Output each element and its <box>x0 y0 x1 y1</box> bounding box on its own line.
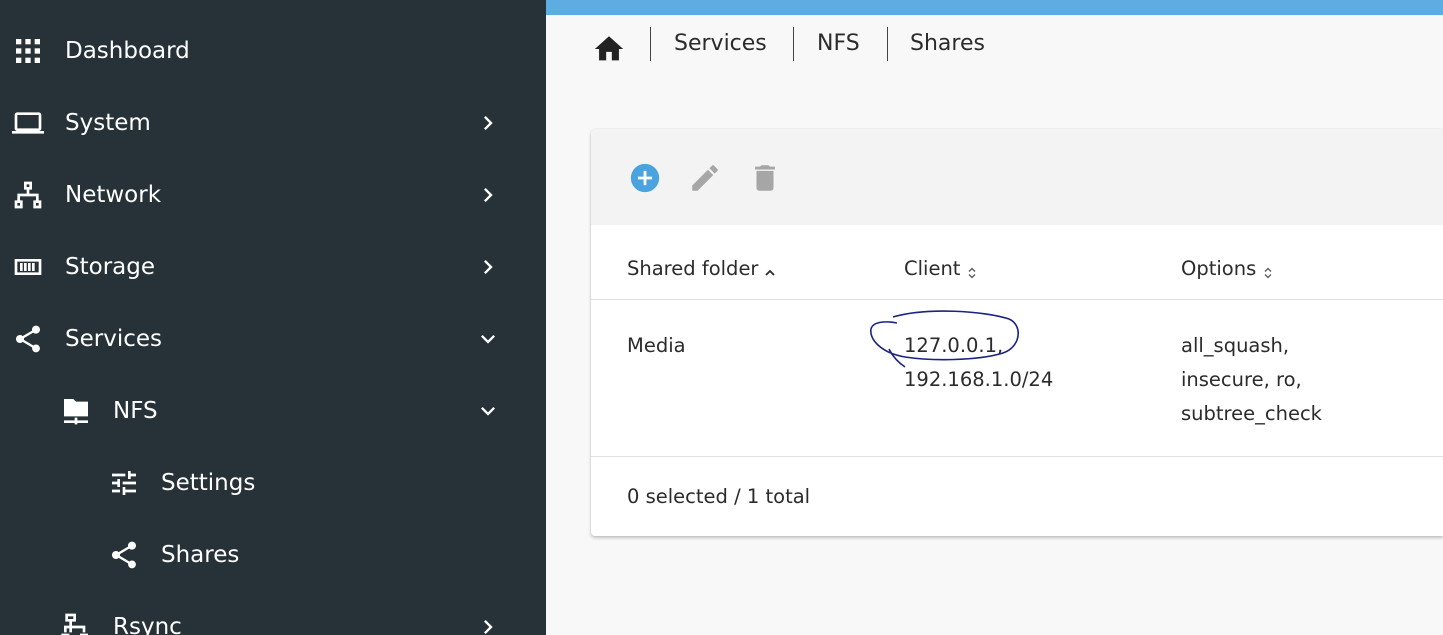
column-header-label: Options <box>1181 257 1257 280</box>
delete-button[interactable] <box>748 161 782 195</box>
cell-text: 192.168.1.0/24 <box>904 368 1054 391</box>
sidebar-item-label: Services <box>65 326 162 352</box>
sidebar-item-label: Shares <box>161 542 240 568</box>
sidebar-item-storage[interactable]: Storage <box>0 231 546 303</box>
share-icon <box>106 537 142 573</box>
rsync-icon <box>58 609 94 635</box>
sidebar-item-label: Rsync <box>113 614 182 635</box>
add-circle-icon <box>630 163 660 193</box>
cell-text: 127.0.0.1, <box>904 334 1004 357</box>
sidebar-item-shares[interactable]: Shares <box>0 519 546 591</box>
cell-options[interactable]: all_squash, insecure, ro, subtree_check <box>1181 329 1322 431</box>
cell-client[interactable]: 127.0.0.1, 192.168.1.0/24 <box>904 329 1053 397</box>
cell-text: Media <box>627 334 686 357</box>
cell-text: subtree_check <box>1181 402 1322 425</box>
sidebar-item-label: NFS <box>113 398 158 424</box>
sidebar-item-dashboard[interactable]: Dashboard <box>0 15 546 87</box>
sidebar-item-label: Network <box>65 182 162 208</box>
shares-table-card: Shared folder Client Options Media 127.0… <box>591 129 1443 536</box>
grid-icon <box>10 33 46 69</box>
breadcrumb: Services NFS Shares <box>546 15 1443 79</box>
column-header-label: Client <box>904 257 961 280</box>
cell-text: all_squash, <box>1181 334 1290 357</box>
sort-ascending-icon <box>763 262 777 276</box>
cell-shared-folder[interactable]: Media <box>627 329 686 363</box>
row-divider <box>591 456 1443 457</box>
header-divider <box>591 299 1443 300</box>
sidebar-item-label: Storage <box>65 254 155 280</box>
sidebar-item-network[interactable]: Network <box>0 159 546 231</box>
sidebar-item-rsync[interactable]: Rsync <box>0 591 546 635</box>
selection-summary: 0 selected / 1 total <box>627 485 811 508</box>
sidebar-item-label: System <box>65 110 151 136</box>
cell-text: insecure, ro, <box>1181 368 1302 391</box>
breadcrumb-separator <box>887 27 888 61</box>
sidebar-item-services[interactable]: Services <box>0 303 546 375</box>
laptop-icon <box>10 105 46 141</box>
sidebar-item-nfs[interactable]: NFS <box>0 375 546 447</box>
add-button[interactable] <box>628 161 662 195</box>
storage-icon <box>10 249 46 285</box>
breadcrumb-services[interactable]: Services <box>674 31 767 56</box>
pencil-icon <box>692 165 718 191</box>
sort-unsorted-icon <box>965 262 979 278</box>
network-folder-icon <box>58 393 94 429</box>
chevron-down-icon <box>474 397 502 425</box>
edit-button[interactable] <box>688 161 722 195</box>
column-header-shared-folder[interactable]: Shared folder <box>627 257 777 280</box>
trash-icon <box>755 165 775 191</box>
chevron-right-icon <box>474 613 502 635</box>
column-header-label: Shared folder <box>627 257 759 280</box>
breadcrumb-nfs[interactable]: NFS <box>817 31 860 56</box>
sidebar-item-label: Settings <box>161 470 256 496</box>
chevron-down-icon <box>474 325 502 353</box>
sidebar: Dashboard System Network Storage Service… <box>0 0 546 635</box>
sidebar-item-label: Dashboard <box>65 38 190 64</box>
breadcrumb-separator <box>793 27 794 61</box>
network-icon <box>10 177 46 213</box>
sidebar-item-system[interactable]: System <box>0 87 546 159</box>
chevron-right-icon <box>474 109 502 137</box>
sidebar-item-settings[interactable]: Settings <box>0 447 546 519</box>
chevron-right-icon <box>474 181 502 209</box>
top-accent-bar <box>546 0 1443 15</box>
column-header-options[interactable]: Options <box>1181 257 1275 280</box>
share-icon <box>10 321 46 357</box>
table-toolbar <box>591 129 1443 225</box>
tune-icon <box>106 465 142 501</box>
breadcrumb-shares: Shares <box>910 31 985 56</box>
home-icon[interactable] <box>592 32 626 66</box>
column-header-client[interactable]: Client <box>904 257 979 280</box>
sort-unsorted-icon <box>1261 262 1275 278</box>
chevron-right-icon <box>474 253 502 281</box>
breadcrumb-separator <box>650 27 651 61</box>
